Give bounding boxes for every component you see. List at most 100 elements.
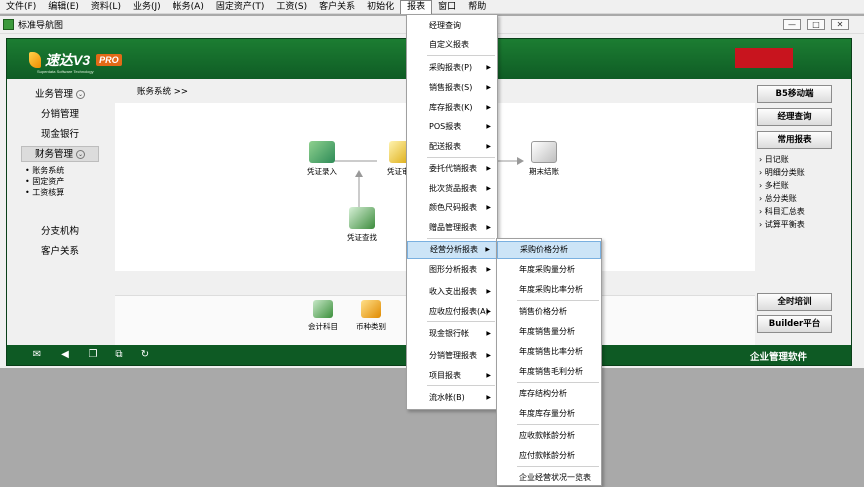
- menu-reports[interactable]: 报表: [400, 0, 433, 14]
- submenu-arrow-icon: ▶: [486, 372, 491, 379]
- submenu-arrow-icon: ▶: [486, 104, 491, 111]
- b5-mobile-button[interactable]: B5移动端: [757, 85, 832, 103]
- calendar-icon: [531, 141, 557, 163]
- report-menu-item-label: 图形分析报表: [429, 265, 477, 274]
- report-menu-item[interactable]: 收入支出报表 ▶: [407, 283, 497, 301]
- report-menu-item[interactable]: 赠品管理报表 ▶: [407, 219, 497, 237]
- analysis-menu-item[interactable]: 年度采购比率分析: [497, 281, 601, 299]
- report-menu-item[interactable]: 自定义报表: [407, 36, 497, 54]
- nav-branches[interactable]: 分支机构: [21, 224, 99, 240]
- minimize-button[interactable]: —: [783, 19, 801, 30]
- menu-fixed-assets[interactable]: 固定资产(T): [210, 0, 271, 14]
- nav-cash-bank[interactable]: 现金银行: [21, 127, 99, 143]
- report-menu-item[interactable]: 批次货品报表 ▶: [407, 180, 497, 198]
- menu-window[interactable]: 窗口: [432, 0, 462, 14]
- right-link-multicolumn[interactable]: › 多栏账: [759, 179, 789, 192]
- submenu-arrow-icon: ▶: [486, 308, 491, 315]
- analysis-menu-item[interactable]: 应付款帐龄分析: [497, 447, 601, 465]
- menu-separator: [427, 55, 495, 56]
- menu-edit[interactable]: 编辑(E): [42, 0, 85, 14]
- report-menu-item[interactable]: 经营分析报表 ▶: [407, 241, 497, 259]
- report-menu-item[interactable]: 现金银行帐 ▶: [407, 325, 497, 343]
- nav-sub-fixed-assets[interactable]: • 固定资产: [25, 176, 64, 187]
- submenu-arrow-icon: ▶: [486, 185, 491, 192]
- account-codes-icon: [313, 300, 333, 318]
- copy-icon[interactable]: ⧉: [113, 349, 125, 361]
- right-link-account-summary[interactable]: › 科目汇总表: [759, 205, 805, 218]
- analysis-menu-item[interactable]: 年度销售量分析: [497, 323, 601, 341]
- report-menu-item-label: 委托代销报表: [429, 164, 477, 173]
- menu-separator: [427, 385, 495, 386]
- builder-platform-button[interactable]: Builder平台: [757, 315, 832, 333]
- common-reports-button[interactable]: 常用报表: [757, 131, 832, 149]
- analysis-menu-item[interactable]: 采购价格分析: [497, 241, 601, 259]
- submenu-arrow-icon: ▶: [486, 165, 491, 172]
- report-menu-item[interactable]: 委托代销报表 ▶: [407, 160, 497, 178]
- coins-icon: [361, 300, 381, 318]
- speaker-icon[interactable]: ◀: [59, 349, 71, 361]
- report-menu-item-label: 销售报表(S): [429, 83, 473, 92]
- close-button[interactable]: ✕: [831, 19, 849, 30]
- analysis-menu-item[interactable]: 年度销售毛利分析: [497, 363, 601, 381]
- breadcrumb: 账务系统 >>: [137, 87, 188, 97]
- nav-business[interactable]: 业务管理 ⌄: [21, 87, 99, 103]
- right-link-detail-ledger[interactable]: › 明细分类账: [759, 166, 805, 179]
- menu-accounts[interactable]: 帐务(A): [167, 0, 210, 14]
- nav-crm[interactable]: 客户关系: [21, 244, 99, 260]
- flow-voucher-entry[interactable]: 凭证录入: [297, 141, 347, 177]
- report-menu-item[interactable]: 采购报表(P) ▶: [407, 59, 497, 77]
- analysis-menu-item[interactable]: 库存结构分析: [497, 385, 601, 403]
- nav-sub-accounting[interactable]: • 账务系统: [25, 165, 64, 176]
- report-menu-item[interactable]: 应收应付报表(A) ▶: [407, 303, 497, 321]
- menu-init[interactable]: 初始化: [361, 0, 400, 14]
- maximize-button[interactable]: □: [807, 19, 825, 30]
- nav-finance[interactable]: 财务管理 ⌄: [21, 146, 99, 162]
- report-menu-item[interactable]: 分销管理报表 ▶: [407, 347, 497, 365]
- report-menu-item[interactable]: 经理查询: [407, 17, 497, 35]
- report-menu-item-label: 项目报表: [429, 371, 461, 380]
- report-menu-item-label: 应收应付报表(A): [429, 307, 489, 316]
- flow-period-close[interactable]: 期末结账: [519, 141, 569, 177]
- report-menu-item[interactable]: 项目报表 ▶: [407, 367, 497, 385]
- report-menu-item-label: 颜色尺码报表: [429, 203, 477, 212]
- menu-payroll[interactable]: 工资(S): [270, 0, 313, 14]
- right-link-general-ledger[interactable]: › 总分类账: [759, 192, 797, 205]
- book-icon[interactable]: ❐: [87, 349, 99, 361]
- mail-icon[interactable]: ✉: [31, 349, 43, 361]
- right-link-journal[interactable]: › 日记账: [759, 153, 789, 166]
- analysis-menu-item[interactable]: 年度销售比率分析: [497, 343, 601, 361]
- analysis-menu-item[interactable]: 年度采购量分析: [497, 261, 601, 279]
- menu-separator: [517, 300, 599, 301]
- quick-currency-types[interactable]: 币种类别: [351, 300, 391, 332]
- app-icon: [3, 19, 14, 30]
- analysis-menu-item[interactable]: 企业经营状况一览表: [497, 469, 601, 487]
- analysis-menu-item[interactable]: 年度库存量分析: [497, 405, 601, 423]
- report-menu-item[interactable]: 流水帐(B) ▶: [407, 389, 497, 407]
- menu-data[interactable]: 资料(L): [85, 0, 127, 14]
- quick-account-codes[interactable]: 会计科目: [303, 300, 343, 332]
- report-menu-item[interactable]: 库存报表(K) ▶: [407, 99, 497, 117]
- right-link-trial-balance[interactable]: › 试算平衡表: [759, 218, 805, 231]
- nav-distribution[interactable]: 分销管理: [21, 107, 99, 123]
- submenu-arrow-icon: ▶: [486, 84, 491, 91]
- report-menu-item[interactable]: 图形分析报表 ▶: [407, 261, 497, 279]
- manager-query-button[interactable]: 经理查询: [757, 108, 832, 126]
- report-menu-item[interactable]: 配送报表 ▶: [407, 138, 497, 156]
- menu-file[interactable]: 文件(F): [0, 0, 42, 14]
- menu-help[interactable]: 帮助: [462, 0, 492, 14]
- menu-crm[interactable]: 客户关系: [313, 0, 361, 14]
- nav-sub-payroll[interactable]: • 工资核算: [25, 187, 64, 198]
- report-menu-item-label: 赠品管理报表: [429, 223, 477, 232]
- report-menu-item[interactable]: 颜色尺码报表 ▶: [407, 199, 497, 217]
- flow-voucher-search[interactable]: 凭证查找: [337, 207, 387, 243]
- refresh-icon[interactable]: ↻: [139, 349, 151, 361]
- menubar: 文件(F) 编辑(E) 资料(L) 业务(J) 帐务(A) 固定资产(T) 工资…: [0, 0, 864, 14]
- training-button[interactable]: 全时培训: [757, 293, 832, 311]
- report-menu-item[interactable]: POS报表 ▶: [407, 118, 497, 136]
- analysis-menu-item[interactable]: 应收款帐龄分析: [497, 427, 601, 445]
- window-title: 标准导航图: [18, 21, 64, 31]
- submenu-arrow-icon: ▶: [486, 64, 491, 71]
- report-menu-item[interactable]: 销售报表(S) ▶: [407, 79, 497, 97]
- analysis-menu-item[interactable]: 销售价格分析: [497, 303, 601, 321]
- menu-business[interactable]: 业务(J): [127, 0, 167, 14]
